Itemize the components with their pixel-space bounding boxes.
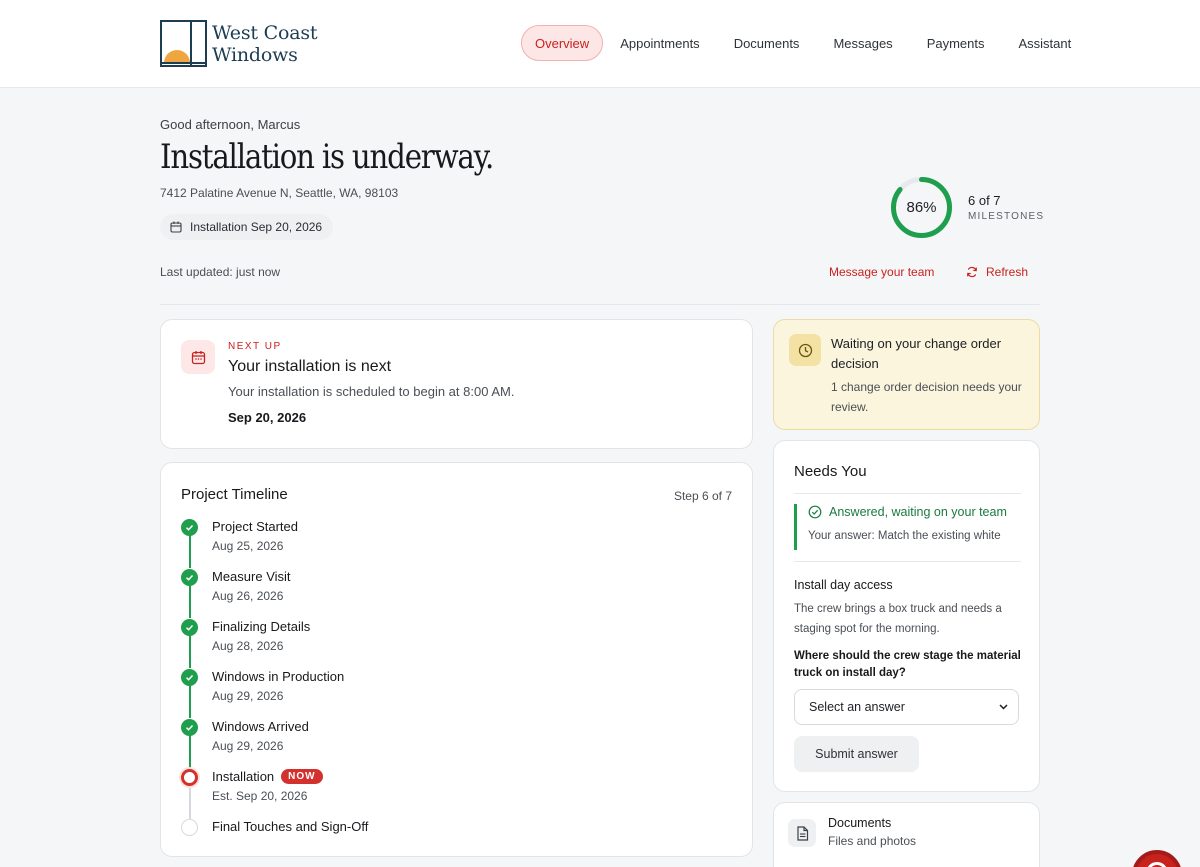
timeline-connector [189, 635, 191, 668]
now-badge: NOW [281, 769, 323, 784]
documents-title: Documents [828, 816, 892, 830]
documents-subtitle: Files and photos [828, 834, 917, 848]
timeline-item-date: Aug 26, 2026 [212, 589, 284, 603]
pending-step-icon [181, 819, 198, 836]
nav-payments[interactable]: Payments [910, 25, 1002, 61]
timeline-item-name: Installation NOW [212, 769, 323, 784]
timeline-connector [189, 685, 191, 718]
brand-logo[interactable]: West Coast Windows [160, 20, 318, 67]
timeline-item-name: Windows in Production [212, 669, 345, 684]
milestones-label: MILESTONES [968, 211, 1045, 222]
check-icon [181, 669, 198, 686]
milestones-summary: 6 of 7 MILESTONES [968, 193, 1044, 222]
timeline-item-date: Aug 28, 2026 [212, 639, 284, 653]
check-icon [181, 719, 198, 736]
refresh-label: Refresh [986, 265, 1029, 279]
check-icon [181, 519, 198, 536]
timeline-item-date: Aug 29, 2026 [212, 739, 284, 753]
timeline-connector [189, 585, 191, 618]
submit-answer-button[interactable]: Submit answer [794, 736, 919, 772]
next-up-card: NEXT UP Your installation is next Your i… [160, 319, 753, 449]
timeline-item-name: Measure Visit [212, 569, 291, 584]
timeline-item-name: Project Started [212, 519, 298, 534]
timeline-item-date: Aug 29, 2026 [212, 689, 284, 703]
timeline-connector [189, 735, 191, 768]
progress-ring: 86% [890, 176, 953, 239]
next-up-description: Your installation is scheduled to begin … [228, 384, 515, 399]
refresh-link[interactable]: Refresh [966, 265, 1028, 279]
change-order-title: Waiting on your change order decision [831, 336, 1002, 371]
chat-icon [1146, 862, 1168, 867]
greeting-text: Good afternoon, Marcus [160, 117, 301, 132]
brand-line-1: West Coast [212, 21, 318, 44]
next-up-date: Sep 20, 2026 [228, 410, 307, 425]
timeline-connector [189, 786, 191, 819]
next-up-title: Your installation is next [228, 358, 392, 375]
timeline-step: Step 6 of 7 [673, 489, 732, 503]
timeline-item-label: Installation [212, 769, 275, 784]
clock-icon [789, 334, 821, 366]
timeline-item-date: Aug 25, 2026 [212, 539, 284, 553]
installation-date-pill: Installation Sep 20, 2026 [160, 214, 334, 240]
check-circle-icon [808, 505, 822, 519]
brand-line-2: Windows [212, 43, 298, 66]
answered-status: Answered, waiting on your team [808, 505, 1007, 519]
timeline-item-name: Final Touches and Sign-Off [212, 819, 369, 834]
message-team-label: Message your team [829, 265, 935, 279]
current-step-icon [181, 769, 198, 786]
answered-question: Answered, waiting on your team Your answ… [794, 504, 1021, 550]
brand-name: West Coast Windows [212, 21, 318, 66]
timeline-item-date: Est. Sep 20, 2026 [212, 789, 308, 803]
calendar-icon [181, 340, 215, 374]
next-up-kicker: NEXT UP [228, 341, 282, 352]
check-icon [181, 569, 198, 586]
refresh-icon [967, 266, 977, 278]
section-divider [160, 304, 1040, 305]
nav-overview[interactable]: Overview [521, 25, 604, 61]
change-order-description: 1 change order decision needs your revie… [831, 380, 1022, 414]
answer-select-value: Select an answer [809, 700, 905, 714]
answered-value: Your answer: Match the existing white [808, 530, 1001, 542]
needs-you-card: Needs You Answered, waiting on your team… [773, 440, 1040, 792]
timeline-item-name: Windows Arrived [212, 719, 309, 734]
installation-date-text: Installation Sep 20, 2026 [190, 220, 323, 234]
timeline-item-name: Finalizing Details [212, 619, 311, 634]
answer-select[interactable]: Select an answer [794, 689, 1019, 725]
chat-assistant-button[interactable] [1132, 850, 1182, 867]
divider [794, 493, 1021, 494]
needs-you-title: Needs You [794, 463, 867, 480]
message-team-link[interactable]: Message your team [829, 265, 934, 279]
project-timeline-card: Project Timeline Step 6 of 7 Project Sta… [160, 462, 753, 857]
last-updated: Last updated: just now [160, 265, 281, 279]
nav-assistant[interactable]: Assistant [1002, 25, 1089, 61]
documents-card[interactable]: Documents Files and photos [773, 802, 1040, 867]
window-logo-icon [160, 20, 207, 67]
top-header: West Coast Windows Overview Appointments… [0, 0, 1200, 88]
nav-messages[interactable]: Messages [816, 25, 909, 61]
document-icon [788, 819, 816, 847]
nav-documents[interactable]: Documents [717, 25, 817, 61]
timeline-connector [189, 535, 191, 568]
main-nav: Overview Appointments Documents Messages… [521, 25, 1088, 61]
check-icon [181, 619, 198, 636]
timeline-title: Project Timeline [181, 486, 288, 503]
project-address: 7412 Palatine Avenue N, Seattle, WA, 981… [160, 186, 399, 200]
milestones-count: 6 of 7 [968, 193, 1001, 208]
question-description: The crew brings a box truck and needs a … [794, 603, 1002, 635]
chevron-down-icon [999, 704, 1008, 710]
divider [794, 561, 1021, 562]
nav-appointments[interactable]: Appointments [603, 25, 717, 61]
change-order-alert[interactable]: Waiting on your change order decision 1 … [773, 319, 1040, 430]
page-title: Installation is underway. [160, 137, 494, 177]
answered-status-text: Answered, waiting on your team [829, 505, 1007, 519]
progress-percent: 86% [906, 199, 937, 216]
calendar-icon [170, 221, 182, 233]
question-title: Install day access [794, 578, 893, 592]
question-prompt: Where should the crew stage the material… [794, 650, 1021, 679]
